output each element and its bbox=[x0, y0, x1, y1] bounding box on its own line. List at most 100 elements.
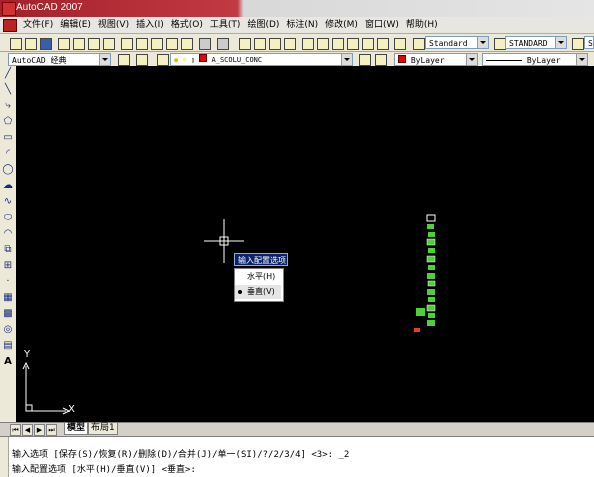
command-history-line: 输入选项 [保存(S)/恢复(R)/删除(D)/合并(J)/单一(SI)/?/2… bbox=[12, 450, 350, 460]
properties-icon[interactable] bbox=[300, 36, 314, 50]
drawing-canvas[interactable]: Y X bbox=[16, 66, 594, 422]
match-properties-icon[interactable] bbox=[164, 36, 178, 50]
insert-block-icon[interactable]: ⧉ bbox=[2, 244, 14, 256]
tab-layout1[interactable]: 布局1 bbox=[88, 423, 118, 435]
option-horizontal[interactable]: 水平(H) bbox=[235, 270, 281, 284]
construction-line-icon[interactable]: ╲ bbox=[2, 84, 14, 96]
text-style-combo[interactable]: Standard bbox=[425, 36, 489, 49]
revision-cloud-icon[interactable]: ☁ bbox=[2, 180, 14, 192]
hatch-icon[interactable]: ▦ bbox=[2, 292, 14, 304]
next-tab-icon[interactable]: ▶ bbox=[34, 424, 45, 436]
command-line-window[interactable]: 输入选项 [保存(S)/恢复(R)/删除(D)/合并(J)/单一(SI)/?/2… bbox=[0, 436, 594, 477]
table-style-icon[interactable] bbox=[570, 36, 584, 50]
save-icon[interactable] bbox=[38, 36, 52, 50]
make-object-layer-current-icon[interactable] bbox=[357, 52, 371, 66]
point-icon[interactable]: · bbox=[2, 276, 14, 288]
chevron-down-icon[interactable] bbox=[477, 37, 488, 48]
cut-icon[interactable] bbox=[119, 36, 133, 50]
color-value: ByLayer bbox=[410, 56, 445, 65]
calculator-icon[interactable] bbox=[375, 36, 389, 50]
menu-dimension[interactable]: 标注(N) bbox=[283, 18, 321, 33]
previous-tab-icon[interactable]: ◀ bbox=[22, 424, 33, 436]
first-tab-icon[interactable]: ⏮ bbox=[10, 424, 21, 436]
polyline-icon[interactable]: ⤷ bbox=[2, 100, 14, 112]
gradient-icon[interactable]: ▩ bbox=[2, 308, 14, 320]
rectangle-icon[interactable]: ▭ bbox=[2, 132, 14, 144]
ellipse-arc-icon[interactable]: ◠ bbox=[2, 228, 14, 240]
block-editor-icon[interactable] bbox=[179, 36, 193, 50]
chevron-down-icon[interactable] bbox=[466, 54, 477, 65]
menu-window[interactable]: 窗口(W) bbox=[362, 18, 402, 33]
option-vertical[interactable]: 垂直(V) bbox=[235, 285, 281, 299]
open-icon[interactable] bbox=[23, 36, 37, 50]
publish-icon[interactable] bbox=[86, 36, 100, 50]
zoom-window-icon[interactable] bbox=[267, 36, 281, 50]
sun-icon: ☼ bbox=[182, 56, 187, 64]
lightbulb-icon: ● bbox=[174, 56, 179, 64]
chevron-down-icon[interactable] bbox=[555, 37, 566, 48]
dim-style-combo[interactable]: STANDARD bbox=[505, 36, 567, 49]
dim-style-icon[interactable] bbox=[492, 36, 506, 50]
print-preview-icon[interactable] bbox=[71, 36, 85, 50]
undo-icon[interactable] bbox=[197, 36, 211, 50]
text-style-icon[interactable] bbox=[411, 36, 425, 50]
workspace-settings-icon[interactable] bbox=[116, 52, 130, 66]
help-icon[interactable] bbox=[392, 36, 406, 50]
menu-draw[interactable]: 绘图(D) bbox=[244, 18, 282, 33]
document-system-icon[interactable] bbox=[3, 19, 17, 32]
multiline-text-icon[interactable]: A bbox=[2, 356, 14, 368]
markup-icon[interactable] bbox=[360, 36, 374, 50]
menu-help[interactable]: 帮助(H) bbox=[403, 18, 441, 33]
spline-icon[interactable]: ∿ bbox=[2, 196, 14, 208]
make-block-icon[interactable]: ⊞ bbox=[2, 260, 14, 272]
drawing-svg bbox=[22, 214, 436, 415]
3d-dwf-icon[interactable] bbox=[101, 36, 115, 50]
region-icon[interactable]: ◎ bbox=[2, 324, 14, 336]
last-tab-icon[interactable]: ⏭ bbox=[46, 424, 57, 436]
menu-insert[interactable]: 插入(I) bbox=[133, 18, 167, 33]
circle-icon[interactable]: ◯ bbox=[2, 164, 14, 176]
workspace-combo[interactable]: AutoCAD 经典 bbox=[8, 53, 111, 66]
layer-manager-icon[interactable] bbox=[134, 52, 148, 66]
polygon-icon[interactable]: ⬠ bbox=[2, 116, 14, 128]
menu-edit[interactable]: 编辑(E) bbox=[57, 18, 94, 33]
pan-icon[interactable] bbox=[237, 36, 251, 50]
line-icon[interactable]: ╱ bbox=[2, 68, 14, 80]
print-icon[interactable] bbox=[56, 36, 70, 50]
layer-value: A_SCOLU_CONC bbox=[211, 56, 263, 64]
zoom-previous-icon[interactable] bbox=[282, 36, 296, 50]
ucs-y-label: Y bbox=[24, 349, 31, 360]
command-line-grip[interactable] bbox=[0, 437, 9, 477]
menu-modify[interactable]: 修改(M) bbox=[322, 18, 361, 33]
chevron-down-icon[interactable] bbox=[341, 54, 352, 65]
sheet-set-icon[interactable] bbox=[345, 36, 359, 50]
chevron-down-icon[interactable] bbox=[576, 54, 587, 65]
linetype-combo[interactable]: ByLayer bbox=[482, 53, 588, 66]
menu-bar: 文件(F) 编辑(E) 视图(V) 插入(I) 格式(O) 工具(T) 绘图(D… bbox=[0, 17, 594, 34]
table-icon[interactable]: ▤ bbox=[2, 340, 14, 352]
ucs-x-label: X bbox=[68, 404, 75, 415]
layer-previous-icon[interactable] bbox=[373, 52, 387, 66]
ellipse-icon[interactable]: ⬭ bbox=[2, 212, 14, 224]
menu-format[interactable]: 格式(O) bbox=[168, 18, 206, 33]
option-vertical-label: 垂直(V) bbox=[247, 287, 275, 296]
dim-style-value: STANDARD bbox=[509, 39, 548, 48]
menu-tools[interactable]: 工具(T) bbox=[207, 18, 244, 33]
layer-states-icon[interactable] bbox=[155, 52, 169, 66]
paste-icon[interactable] bbox=[149, 36, 163, 50]
arc-icon[interactable]: ◜ bbox=[2, 148, 14, 160]
color-swatch bbox=[398, 55, 406, 63]
color-combo[interactable]: ByLayer bbox=[394, 53, 478, 66]
copy-icon[interactable] bbox=[134, 36, 148, 50]
tab-model[interactable]: 模型 bbox=[64, 423, 89, 435]
layer-combo[interactable]: ● ☼ ▯ A_SCOLU_CONC bbox=[170, 53, 353, 66]
tool-palettes-icon[interactable] bbox=[330, 36, 344, 50]
chevron-down-icon[interactable] bbox=[99, 54, 110, 65]
table-style-combo[interactable]: S bbox=[584, 36, 594, 49]
menu-file[interactable]: 文件(F) bbox=[20, 18, 56, 33]
new-icon[interactable] bbox=[8, 36, 22, 50]
design-center-icon[interactable] bbox=[315, 36, 329, 50]
zoom-realtime-icon[interactable] bbox=[252, 36, 266, 50]
redo-icon[interactable] bbox=[215, 36, 229, 50]
menu-view[interactable]: 视图(V) bbox=[95, 18, 132, 33]
